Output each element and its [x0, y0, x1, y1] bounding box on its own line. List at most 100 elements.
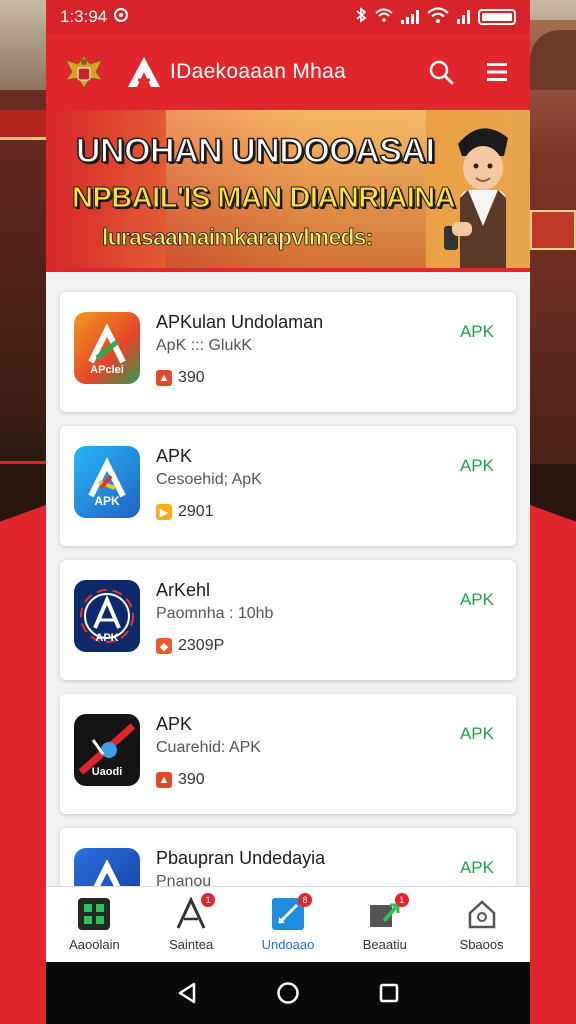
banner-headline: UNOHAN UNDOOASAI — [75, 131, 435, 171]
home-circle-icon — [277, 982, 299, 1004]
list-item[interactable]: APK ArKehl Paomnha : 10hb ◆ 2309P APK — [60, 560, 516, 680]
app-subtitle: Cesoehid; ApK — [156, 471, 262, 488]
nav-label: Sbaoos — [459, 937, 504, 952]
nav-label: Aaoolain — [69, 937, 120, 952]
card-body: APK Cuarehid: APK ▲ 390 — [156, 714, 502, 789]
search-button[interactable] — [424, 55, 458, 89]
background-right-dome — [530, 30, 576, 90]
status-time: 1:3:94 — [60, 7, 108, 26]
nav-item-settings[interactable]: Sbaoos — [433, 887, 530, 962]
apk-download-link[interactable]: APK — [460, 858, 494, 878]
banner-person-illustration — [438, 116, 524, 268]
blue-a-app-icon: APK — [74, 446, 140, 518]
app-title: APK — [156, 446, 193, 466]
app-title: APK — [156, 714, 193, 734]
signal-icon — [401, 10, 419, 24]
nav-item-home[interactable]: Aaoolain — [46, 887, 143, 962]
recents-square-icon — [380, 983, 399, 1003]
nav-badge: 8 — [297, 893, 312, 907]
settings-house-icon — [464, 897, 500, 931]
app-icon-label: APK — [95, 632, 119, 644]
app-meta-value: 2901 — [178, 503, 214, 520]
background-right-sign — [530, 210, 576, 250]
background-red-left — [0, 464, 46, 1024]
app-meta: ▶ 2901 — [156, 503, 502, 521]
nav-badge: 1 — [394, 893, 409, 907]
menu-button[interactable] — [480, 55, 514, 89]
downloads-icon: ◆ — [156, 638, 172, 654]
bottom-navigation: Aaoolain 1 Saintea 8 Undoaao 1 Beaatiu S… — [46, 886, 530, 962]
app-subtitle: ApK ::: GlukK — [156, 337, 253, 354]
downloads-icon: ▲ — [156, 772, 172, 788]
app-icon-label: Uaodi — [91, 766, 123, 778]
card-body: APKulan Undolaman ApK ::: GlukK ▲ 390 — [156, 312, 502, 387]
triangle-a-logo-icon — [126, 54, 162, 90]
app-meta: ▲ 390 — [156, 369, 502, 387]
navy-circle-a-app-icon: APK — [74, 580, 140, 652]
status-left: 1:3:94 — [60, 7, 129, 28]
a-logo-icon: 1 — [173, 893, 216, 931]
list-item[interactable]: APK APK Cesoehid; ApK ▶ 2901 APK — [60, 426, 516, 546]
background-left-building — [0, 90, 46, 430]
nav-item-search[interactable]: 1 Saintea — [143, 887, 240, 962]
app-title: APKulan Undolaman — [156, 312, 324, 332]
grid-home-icon — [76, 897, 112, 931]
app-meta-value: 390 — [178, 369, 205, 386]
notification-icon — [113, 7, 129, 28]
background-left-sign — [0, 110, 46, 140]
downloads-icon: ▲ — [156, 370, 172, 386]
status-right — [355, 6, 516, 28]
list-item[interactable]: APclei APKulan Undolaman ApK ::: GlukK ▲… — [60, 292, 516, 412]
app-subtitle: Paomnha : 10hb — [156, 605, 274, 622]
app-meta-value: 390 — [178, 771, 205, 788]
nav-label: Beaatiu — [362, 937, 407, 952]
downloads-icon: ▶ — [156, 504, 172, 520]
banner-subheadline: NPBAIL'IS MAN DIANRIAINA — [71, 182, 456, 215]
upload-arrow-icon: 1 — [367, 893, 409, 931]
signal-icon-2 — [457, 10, 470, 24]
apk-download-link[interactable]: APK — [460, 590, 494, 610]
apk-download-link[interactable]: APK — [460, 724, 494, 744]
apk-download-link[interactable]: APK — [460, 322, 494, 342]
garuda-emblem-icon — [62, 50, 106, 94]
banner-tagline: lurasaamaimkarapvlmeds: — [102, 224, 374, 251]
app-title: ArKehl — [156, 580, 211, 600]
app-icon-label: APK — [94, 494, 120, 508]
nav-item-downloads[interactable]: 8 Undoaao — [240, 887, 337, 962]
app-icon-label: APclei — [90, 364, 124, 376]
app-list: APclei APKulan Undolaman ApK ::: GlukK ▲… — [46, 272, 530, 948]
app-meta: ▲ 390 — [156, 771, 502, 789]
wifi-small-icon — [375, 7, 393, 27]
background-red-right — [530, 464, 576, 1024]
app-header: IDaekoaaan Mhaa — [46, 34, 530, 110]
search-icon — [429, 60, 454, 85]
nav-badge: 1 — [201, 893, 216, 907]
colorful-a-app-icon: APclei — [74, 312, 140, 384]
app-title: Pbaupran Undedayia — [156, 848, 326, 868]
app-meta-value: 2309P — [178, 637, 225, 654]
list-item[interactable]: Uaodi APK Cuarehid: APK ▲ 390 APK — [60, 694, 516, 814]
back-triangle-icon — [178, 982, 195, 1004]
system-navigation-bar — [46, 962, 530, 1024]
apk-download-link[interactable]: APK — [460, 456, 494, 476]
recents-button[interactable] — [374, 978, 404, 1008]
battery-icon — [478, 9, 516, 25]
hamburger-menu-icon — [487, 63, 507, 81]
card-body: APK Cesoehid; ApK ▶ 2901 — [156, 446, 502, 521]
home-button[interactable] — [273, 978, 303, 1008]
app-title: IDaekoaaan Mhaa — [170, 60, 347, 83]
wifi-icon — [427, 6, 449, 28]
nav-label: Saintea — [169, 937, 214, 952]
card-body: ArKehl Paomnha : 10hb ◆ 2309P — [156, 580, 502, 655]
app-subtitle: Cuarehid: APK — [156, 739, 261, 756]
status-bar: 1:3:94 — [46, 0, 530, 34]
nav-label: Undoaao — [261, 937, 315, 952]
phone-screen: 1:3:94 IDaekoaaan Mhaa UNOHAN UNDOOASAI … — [46, 0, 530, 1024]
nav-item-updates[interactable]: 1 Beaatiu — [336, 887, 433, 962]
app-meta: ◆ 2309P — [156, 637, 502, 655]
promo-banner[interactable]: UNOHAN UNDOOASAI NPBAIL'IS MAN DIANRIAIN… — [46, 110, 530, 272]
back-button[interactable] — [172, 978, 202, 1008]
download-edit-icon: 8 — [270, 893, 312, 931]
black-slash-app-icon: Uaodi — [74, 714, 140, 786]
bluetooth-icon — [355, 6, 367, 28]
